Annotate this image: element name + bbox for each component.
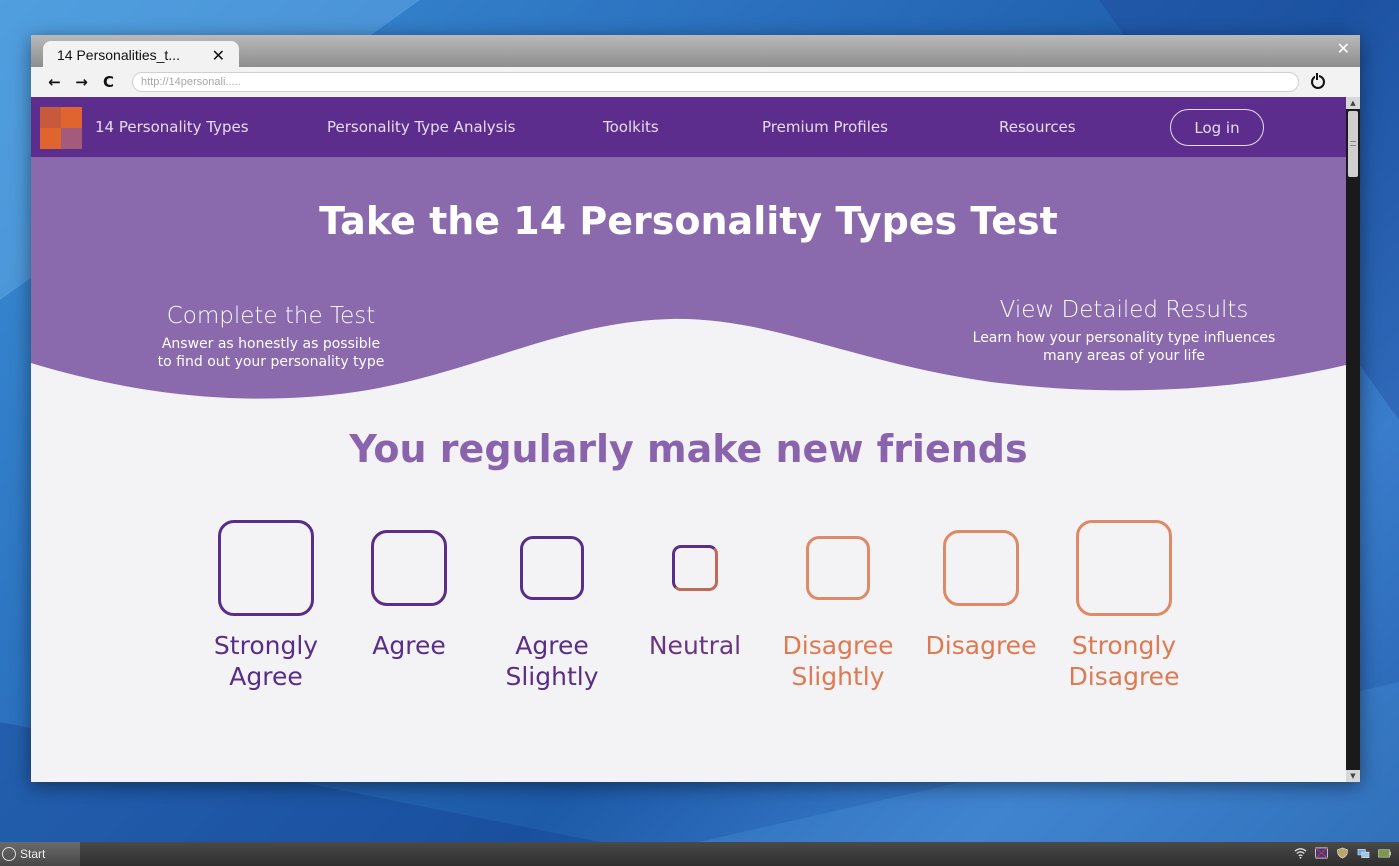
choice-label-line: Agree — [229, 662, 303, 691]
step-description-line: Answer as honestly as possible — [161, 336, 381, 352]
login-button[interactable]: Log in — [1170, 109, 1264, 146]
shield-icon[interactable] — [1336, 847, 1349, 859]
choice-box[interactable] — [943, 530, 1019, 606]
choice-disagree-slightly[interactable]: Disagree Slightly — [773, 518, 903, 692]
choice-label-line: Agree — [515, 631, 589, 660]
flag-icon[interactable] — [1315, 847, 1328, 859]
choice-label-line: Neutral — [648, 631, 742, 660]
browser-toolbar: ← → C http://14personali..... — [31, 67, 1360, 97]
battery-icon[interactable] — [1378, 847, 1391, 859]
step-view-results: View Detailed Results Learn how your per… — [949, 297, 1299, 365]
choice-strongly-agree[interactable]: Strongly Agree — [201, 518, 331, 692]
choice-label: Disagree Slightly — [773, 630, 903, 692]
browser-window: 14 Personalities_t... ✕ ✕ ← → C http://1… — [31, 35, 1360, 782]
scroll-down-arrow-icon[interactable]: ▼ — [1346, 770, 1360, 782]
choice-label: Agree — [344, 630, 474, 661]
choice-disagree[interactable]: Disagree — [916, 518, 1046, 661]
power-icon[interactable] — [1311, 73, 1325, 89]
hero-title: Take the 14 Personality Types Test — [319, 199, 1058, 243]
question-text: You regularly make new friends — [349, 427, 1028, 471]
choice-strongly-disagree[interactable]: Strongly Disagree — [1059, 518, 1189, 692]
choice-neutral[interactable]: Neutral — [630, 518, 760, 661]
choice-agree-slightly[interactable]: Agree Slightly — [487, 518, 617, 692]
network-icon[interactable] — [1357, 847, 1370, 859]
choice-label-line: Strongly — [1071, 631, 1177, 660]
choice-box[interactable] — [806, 536, 870, 600]
site-logo-icon[interactable] — [40, 107, 82, 149]
window-close-icon[interactable]: ✕ — [1337, 39, 1350, 58]
step-description-line: to find out your personality type — [157, 354, 385, 370]
site-navbar: 14 Personality Types Personality Type An… — [31, 97, 1346, 157]
start-button[interactable]: Start — [0, 842, 80, 866]
taskbar: Start — [0, 842, 1399, 866]
back-arrow-icon[interactable]: ← — [41, 73, 68, 91]
choice-label-line: Slightly — [505, 662, 599, 691]
reload-icon[interactable]: C — [95, 73, 122, 91]
address-bar[interactable]: http://14personali..... — [132, 72, 1299, 92]
choice-label-line: Slightly — [791, 662, 885, 691]
choice-box[interactable] — [371, 530, 447, 606]
choice-label: Agree Slightly — [487, 630, 617, 692]
address-bar-url: http://14personali..... — [141, 76, 241, 88]
scroll-thumb[interactable] — [1348, 111, 1358, 177]
wifi-icon[interactable] — [1294, 847, 1307, 859]
choice-label: Strongly Agree — [201, 630, 331, 692]
step-complete-test: Complete the Test Answer as honestly as … — [131, 303, 411, 371]
step-description-line: Learn how your personality type influenc… — [972, 330, 1276, 346]
nav-link-resources[interactable]: Resources — [999, 118, 1076, 136]
logo-square — [61, 107, 82, 128]
choice-label-line: Disagree — [782, 631, 894, 660]
tab-title: 14 Personalities_t... — [57, 47, 180, 63]
logo-square — [40, 107, 61, 128]
choice-box[interactable] — [520, 536, 584, 600]
nav-link-toolkits[interactable]: Toolkits — [603, 118, 659, 136]
choice-label: Disagree — [916, 630, 1046, 661]
scroll-grip-icon — [1350, 141, 1356, 146]
choice-box[interactable] — [218, 520, 314, 616]
browser-titlebar: 14 Personalities_t... ✕ ✕ — [31, 35, 1360, 69]
start-label: Start — [20, 847, 46, 861]
choice-label: Strongly Disagree — [1059, 630, 1189, 692]
choice-label-line: Disagree — [1068, 662, 1180, 691]
choice-label-line: Disagree — [925, 631, 1037, 660]
browser-tab[interactable]: 14 Personalities_t... ✕ — [43, 41, 239, 69]
step-heading: View Detailed Results — [999, 297, 1249, 323]
logo-square — [61, 128, 82, 149]
logo-square — [40, 128, 61, 149]
system-tray — [1294, 847, 1391, 859]
tab-close-icon[interactable]: ✕ — [212, 46, 225, 65]
scroll-up-arrow-icon[interactable]: ▲ — [1346, 97, 1360, 109]
page-viewport: 14 Personality Types Personality Type An… — [31, 97, 1346, 782]
choice-box[interactable] — [1076, 520, 1172, 616]
nav-link-personality-type-analysis[interactable]: Personality Type Analysis — [327, 118, 515, 136]
site-name-link[interactable]: 14 Personality Types — [95, 118, 249, 136]
choice-agree[interactable]: Agree — [344, 518, 474, 661]
choice-label-line: Strongly — [213, 631, 319, 660]
choice-label: Neutral — [630, 630, 760, 661]
start-icon — [2, 847, 16, 861]
choice-box[interactable] — [672, 545, 718, 591]
choice-label-line: Agree — [372, 631, 446, 660]
vertical-scrollbar[interactable]: ▲ ▼ — [1346, 97, 1360, 782]
step-description-line: many areas of your life — [1043, 348, 1205, 364]
nav-link-premium-profiles[interactable]: Premium Profiles — [762, 118, 888, 136]
step-heading: Complete the Test — [166, 303, 376, 329]
forward-arrow-icon[interactable]: → — [68, 73, 95, 91]
